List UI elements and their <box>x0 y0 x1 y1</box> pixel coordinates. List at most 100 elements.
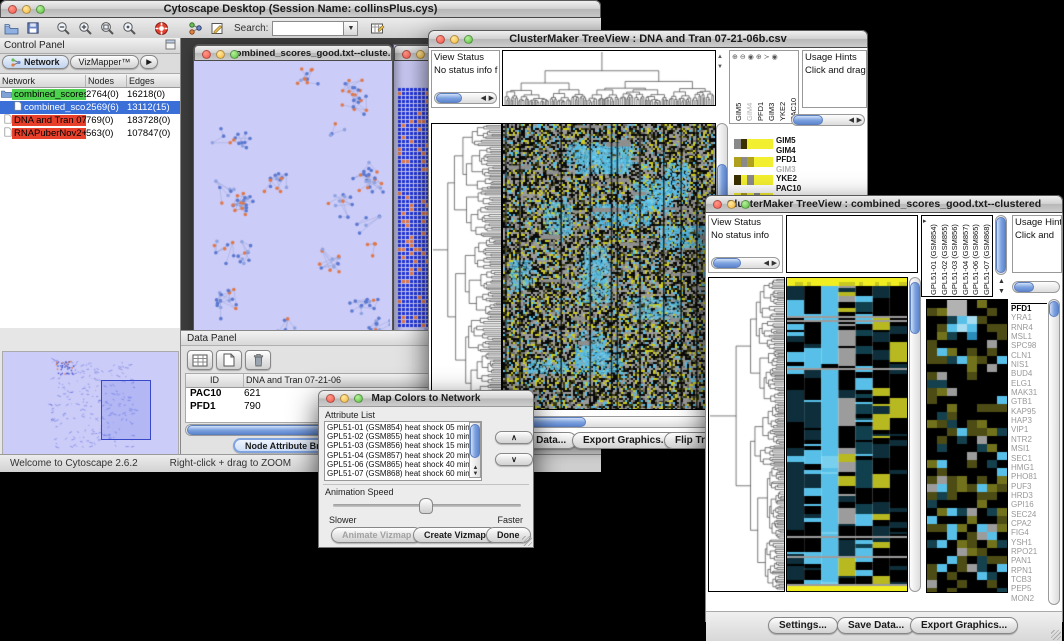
treeview-combined-titlebar[interactable]: ClusterMaker TreeView : combined_scores_… <box>705 195 1063 213</box>
search-dropdown-button[interactable]: ▼ <box>344 21 358 36</box>
zoom-button[interactable] <box>36 5 45 14</box>
gene-label[interactable]: MON2 <box>1011 594 1047 603</box>
dna-column-label[interactable]: YKE2 <box>778 81 787 121</box>
dna-heatmap[interactable] <box>502 123 716 410</box>
attribute-list-item[interactable]: GPL51-02 (GSM855) heat shock 10 min <box>325 432 467 441</box>
dna-label-toolbar[interactable]: ⊕⊖◉⊕≻◉ <box>732 53 780 61</box>
gene-label[interactable]: VIP1 <box>1011 425 1047 434</box>
gene-label[interactable]: NIS1 <box>1011 360 1047 369</box>
minimize-button[interactable] <box>416 50 425 59</box>
scroll-thumb[interactable] <box>470 424 480 458</box>
gene-label[interactable]: SEC1 <box>1011 454 1047 463</box>
view-status-scrollbar[interactable]: ◀ ▶ <box>711 257 780 269</box>
tab-vizmapper[interactable]: VizMapper™ <box>70 55 140 69</box>
float-panel-icon[interactable] <box>165 37 176 55</box>
help-lifesaver-icon[interactable] <box>150 18 172 38</box>
network-tool-icon[interactable] <box>184 18 206 38</box>
scroll-thumb[interactable] <box>713 258 741 268</box>
minimize-button[interactable] <box>340 394 349 403</box>
combined-zoom-heatmap[interactable] <box>926 299 1008 593</box>
resize-grip[interactable] <box>522 536 532 546</box>
scroll-right-arrow[interactable]: ▶ <box>489 94 494 104</box>
network-table-row[interactable]: RNAPuberNov2+563(0)107847(0) <box>0 127 180 140</box>
scroll-left-arrow[interactable]: ◀ <box>849 116 854 126</box>
network-table-row[interactable]: combined_scores2764(0)16218(0) <box>0 88 180 101</box>
combined-heatmap[interactable] <box>786 277 908 592</box>
network-view-titlebar[interactable]: combined_scores_good.txt--cluste... <box>194 45 392 61</box>
gpl-column-header[interactable]: GPL51-04 (GSM857) <box>961 217 970 295</box>
attribute-list-vscrollbar[interactable]: ▲▼ <box>469 422 481 478</box>
gene-label[interactable]: ELG1 <box>1011 379 1047 388</box>
attr-col-id[interactable]: ID <box>186 374 244 387</box>
zoom-button[interactable] <box>464 35 473 44</box>
attribute-list-item[interactable]: GPL51-04 (GSM857) heat shock 20 min <box>325 451 467 460</box>
gene-label[interactable]: GPI16 <box>1011 500 1047 509</box>
attribute-list-item[interactable]: GPL51-01 (GSM854) heat shock 05 min <box>325 423 467 432</box>
zoom-out-icon[interactable] <box>52 18 74 38</box>
network-view-canvas[interactable] <box>194 62 390 368</box>
minimize-button[interactable] <box>727 200 736 209</box>
export-graphics-button[interactable]: Export Graphics... <box>910 617 1018 634</box>
zoom-button[interactable] <box>230 50 239 59</box>
save-data-button[interactable]: Save Data... <box>837 617 915 634</box>
close-button[interactable] <box>402 50 411 59</box>
move-down-button[interactable]: ∨ <box>495 453 533 466</box>
dna-column-label[interactable]: GIM5 <box>734 81 743 121</box>
gene-label[interactable]: YSH1 <box>1011 538 1047 547</box>
delete-attribute-button[interactable] <box>245 350 271 370</box>
save-button[interactable] <box>22 18 44 38</box>
scroll-right-arrow[interactable]: ▶ <box>857 116 862 126</box>
search-input[interactable] <box>272 21 344 36</box>
scroll-thumb[interactable] <box>910 282 920 334</box>
scroll-left-arrow[interactable]: ◀ <box>481 94 486 104</box>
minimize-button[interactable] <box>216 50 225 59</box>
settings-button[interactable]: Settings... <box>768 617 838 634</box>
move-up-button[interactable]: ∧ <box>495 431 533 444</box>
gene-label[interactable]: MSL1 <box>1011 332 1047 341</box>
network-overview-panel[interactable] <box>2 351 179 458</box>
gene-label[interactable]: FIG4 <box>1011 528 1047 537</box>
gene-label[interactable]: TCB3 <box>1011 575 1047 584</box>
open-file-button[interactable] <box>0 18 22 38</box>
scroll-thumb[interactable] <box>1049 301 1059 317</box>
combined-left-dendrogram[interactable] <box>708 277 785 592</box>
treeview-dna-titlebar[interactable]: ClusterMaker TreeView : DNA and Tran 07-… <box>428 30 868 48</box>
gene-label[interactable]: MSI1 <box>1011 444 1047 453</box>
gene-label[interactable]: YRA1 <box>1011 313 1047 322</box>
gene-label[interactable]: PFD1 <box>1011 304 1047 313</box>
close-button[interactable] <box>436 35 445 44</box>
zoom-selected-icon[interactable] <box>118 18 140 38</box>
zoom-button[interactable] <box>354 394 363 403</box>
scroll-thumb[interactable] <box>793 115 823 125</box>
gene-label[interactable]: MAK31 <box>1011 388 1047 397</box>
table-edit-icon[interactable] <box>366 18 388 38</box>
gene-label[interactable]: PUF3 <box>1011 482 1047 491</box>
gene-label[interactable]: CPA2 <box>1011 519 1047 528</box>
gene-label[interactable]: RPO21 <box>1011 547 1047 556</box>
animate-vizmap-button[interactable]: Animate Vizmap <box>331 527 422 543</box>
tab-overflow-arrow[interactable]: ▶ <box>140 55 157 69</box>
zoom-in-icon[interactable] <box>74 18 96 38</box>
gene-label[interactable]: PAN1 <box>1011 556 1047 565</box>
scroll-left-arrow[interactable]: ◀ <box>764 259 769 269</box>
create-vizmap-button[interactable]: Create Vizmap <box>413 527 497 543</box>
gene-label[interactable]: CLN1 <box>1011 351 1047 360</box>
gene-label[interactable]: HAP3 <box>1011 416 1047 425</box>
header-vscrollbar[interactable] <box>995 215 1007 275</box>
usage-hints-scrollbar[interactable] <box>1012 281 1060 293</box>
zoom-fit-icon[interactable] <box>96 18 118 38</box>
gene-label[interactable]: KAP95 <box>1011 407 1047 416</box>
close-button[interactable] <box>202 50 211 59</box>
gene-label[interactable]: GTB1 <box>1011 397 1047 406</box>
gene-list[interactable]: PFD1YRA1RNR4MSL1SPC98CLN1NIS1BUD4ELG1MAK… <box>1011 303 1047 606</box>
scroll-thumb[interactable] <box>996 217 1006 273</box>
dendro-arrows[interactable]: ▲▼ <box>717 52 723 72</box>
dialog-titlebar[interactable]: Map Colors to Network <box>319 391 533 407</box>
gene-list-vscrollbar[interactable] <box>1048 299 1060 605</box>
gene-label[interactable]: RNR4 <box>1011 323 1047 332</box>
tab-network[interactable]: Network <box>2 55 69 69</box>
gpl-column-header[interactable]: GPL51-08 (GSM872) <box>992 217 993 295</box>
attribute-select-button[interactable] <box>187 350 213 370</box>
network-table-row[interactable]: combined_sco2569(6)13112(15) <box>0 101 180 114</box>
close-button[interactable] <box>8 5 17 14</box>
